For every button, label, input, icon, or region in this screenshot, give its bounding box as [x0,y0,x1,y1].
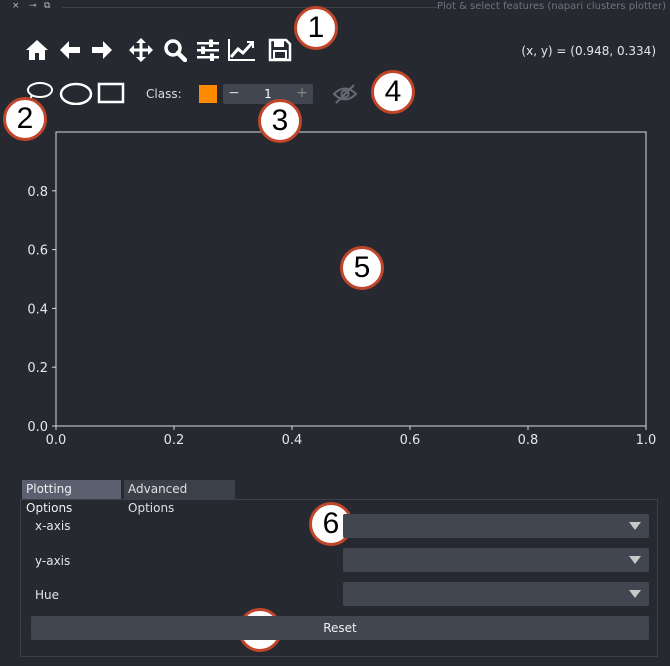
zoom-icon[interactable] [163,38,187,62]
x-tick-label: 1.0 [636,433,657,448]
chevron-down-icon [629,556,641,564]
x-axis-label: x-axis [35,519,71,533]
x-tick-label: 0.4 [282,433,303,448]
hue-select[interactable] [343,582,649,606]
title-divider [62,7,438,8]
y-tick-label: 0.6 [27,244,48,259]
rectangle-icon[interactable] [97,81,125,109]
x-tick-label: 0.0 [46,433,67,448]
annotation-badge-1: 1 [294,6,338,50]
chevron-down-icon [629,590,641,598]
y-tick-label: 0.0 [27,420,48,435]
x-tick-label: 0.2 [164,433,185,448]
annotation-badge-3: 3 [258,99,302,143]
forward-arrow-icon[interactable] [90,38,114,62]
increment-button[interactable]: + [293,84,311,104]
class-label: Class: [146,87,182,101]
pin-icon[interactable]: ⊸ [29,1,37,11]
back-arrow-icon[interactable] [58,38,82,62]
title-bar: × ⊸ ⧉ Plot & select features (napari clu… [0,0,670,14]
decrement-button[interactable]: − [225,84,243,104]
configure-subplots-icon[interactable] [196,38,220,62]
float-icon[interactable]: ⧉ [44,1,50,11]
tab-advanced-options[interactable]: Advanced Options [124,480,235,515]
home-icon[interactable] [25,38,49,62]
chevron-down-icon [629,522,641,530]
x-tick-label: 0.8 [518,433,539,448]
x-tick-label: 0.6 [400,433,421,448]
tab-plotting-options[interactable]: Plotting Options [22,480,121,515]
y-axis-label: y-axis [35,554,71,568]
edit-axes-icon[interactable] [228,38,256,62]
cursor-coordinates: (x, y) = (0.948, 0.334) [521,44,656,58]
annotation-badge-4: 4 [371,70,415,114]
ellipse-icon[interactable] [59,81,93,109]
annotation-badge-5: 5 [340,246,384,290]
pan-icon[interactable] [129,38,153,62]
annotation-badge-2: 2 [3,97,47,141]
scatter-plot[interactable]: 0.0 0.2 0.4 0.6 0.8 1.0 0.0 0.2 0.4 0.6 0.8 [0,120,670,450]
y-axis-select[interactable] [343,548,649,572]
hue-label: Hue [35,588,60,602]
y-tick-label: 0.8 [27,185,48,200]
hide-eye-icon[interactable] [332,83,358,105]
y-tick-label: 0.2 [27,361,48,376]
save-icon[interactable] [268,38,292,62]
reset-button[interactable]: Reset [31,616,649,640]
y-tick-label: 0.4 [27,302,48,317]
close-icon[interactable]: × [12,1,20,11]
x-axis-select[interactable] [343,514,649,538]
class-color-swatch[interactable] [199,85,217,103]
window-title: Plot & select features (napari clusters … [437,1,666,12]
